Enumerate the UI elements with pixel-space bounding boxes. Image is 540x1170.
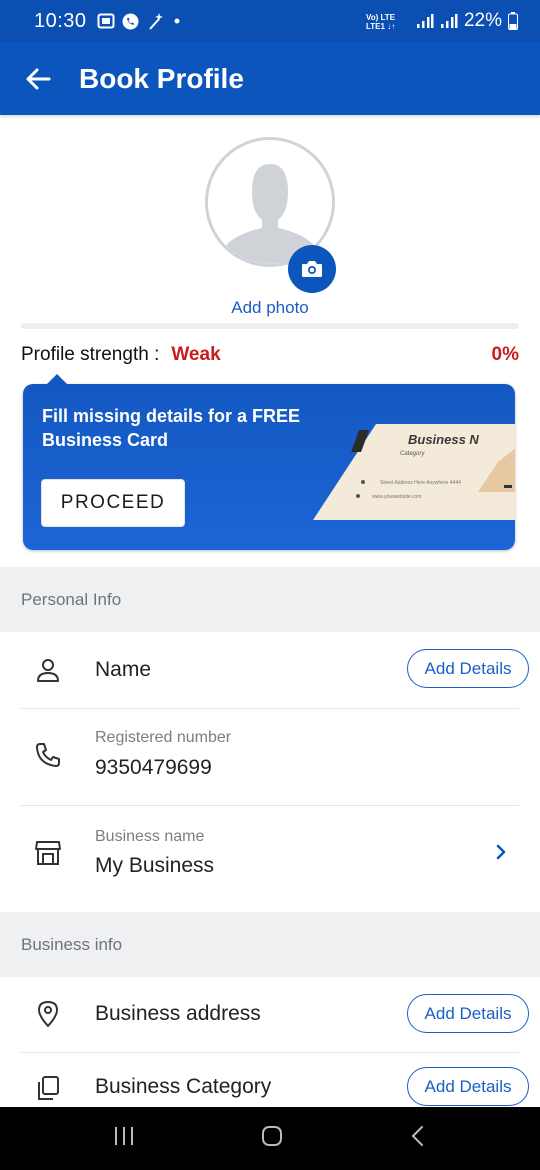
- recent-apps-icon: [115, 1127, 133, 1145]
- app-bar: Book Profile: [0, 42, 540, 115]
- name-add-details-button[interactable]: Add Details: [407, 649, 529, 688]
- chevron-left-icon: [411, 1126, 423, 1146]
- promo-text: Fill missing details for a FREE Business…: [42, 406, 301, 450]
- registered-number-label: Registered number: [95, 729, 232, 746]
- home-icon: [262, 1126, 282, 1146]
- business-name-label: Business name: [95, 828, 205, 845]
- business-address-label: Business address: [95, 1002, 261, 1025]
- business-name-value: My Business: [95, 854, 215, 877]
- phone-icon: [34, 741, 62, 769]
- screenshot-icon: [97, 13, 115, 29]
- profile-strength-percent: 0%: [491, 344, 519, 365]
- book-profile-screen: 10:30 Vo) LTE LTE1 ↓↑ 22% Book Profile A…: [0, 0, 540, 1170]
- business-category-row[interactable]: Business Category Add Details: [0, 1053, 540, 1107]
- card-title: Business N: [408, 432, 479, 447]
- registered-number-row: Registered number 9350479699: [0, 709, 540, 805]
- battery-percent: 22%: [463, 10, 502, 31]
- arrow-left-icon: [26, 68, 51, 89]
- signal-icon-2: [440, 14, 458, 28]
- whatsapp-icon: [122, 13, 139, 29]
- location-pin-icon: [34, 1000, 62, 1028]
- back-button[interactable]: [0, 42, 76, 115]
- svg-text:Vo) LTE: Vo) LTE: [366, 13, 396, 22]
- card-website: www.yourwebsite.com: [372, 494, 421, 500]
- dot-icon: [174, 18, 180, 24]
- profile-strength-bar: [21, 323, 519, 329]
- camera-icon: [302, 261, 322, 277]
- status-right: Vo) LTE LTE1 ↓↑ 22%: [366, 10, 518, 32]
- volte-icon: Vo) LTELTE1 ↓↑: [366, 13, 396, 31]
- proceed-button[interactable]: PROCEED: [41, 479, 185, 527]
- name-label: Name: [95, 658, 152, 681]
- battery-icon: [508, 12, 518, 30]
- promo-pointer: [47, 374, 67, 384]
- name-row[interactable]: Name Add Details: [0, 632, 540, 708]
- magic-wand-icon: [148, 13, 163, 30]
- business-address-add-details-button[interactable]: Add Details: [407, 994, 529, 1033]
- profile-strength-row: Profile strength : Weak 0%: [21, 344, 519, 366]
- business-info-header: Business info: [0, 912, 540, 977]
- home-button[interactable]: [260, 1124, 284, 1153]
- status-time: 10:30: [34, 9, 87, 32]
- copy-icon: [34, 1074, 62, 1102]
- recent-apps-button[interactable]: [112, 1125, 136, 1152]
- registered-number-value: 9350479699: [95, 756, 212, 779]
- business-category-add-details-button[interactable]: Add Details: [407, 1067, 529, 1106]
- page-title: Book Profile: [79, 62, 244, 94]
- status-bar: 10:30 Vo) LTE LTE1 ↓↑ 22%: [0, 0, 540, 42]
- business-card-promo[interactable]: Fill missing details for a FREE Business…: [23, 384, 515, 550]
- system-nav-bar: [0, 1107, 540, 1170]
- business-address-row[interactable]: Business address Add Details: [0, 977, 540, 1052]
- chevron-right-icon[interactable]: [494, 842, 508, 867]
- card-category: Category: [400, 451, 425, 457]
- nav-back-button[interactable]: [408, 1124, 428, 1153]
- svg-text:LTE1 ↓↑: LTE1 ↓↑: [366, 22, 395, 31]
- status-left-icons: [97, 11, 182, 31]
- profile-avatar-area[interactable]: [205, 137, 336, 293]
- card-address: Street Address Here Anywhere 4444: [380, 480, 461, 486]
- personal-info-header: Personal Info: [0, 567, 540, 632]
- person-icon: [34, 656, 62, 684]
- profile-strength-label: Profile strength :: [21, 344, 160, 365]
- business-category-label: Business Category: [95, 1075, 272, 1098]
- camera-button[interactable]: [288, 245, 336, 293]
- add-photo-link[interactable]: Add photo: [0, 298, 540, 318]
- profile-strength-value: Weak: [171, 344, 221, 365]
- store-icon: [34, 839, 62, 867]
- signal-icon: [416, 14, 434, 28]
- business-name-row[interactable]: Business name My Business: [0, 806, 540, 911]
- business-card-illustration: Business N Category Street Address Here …: [313, 424, 515, 520]
